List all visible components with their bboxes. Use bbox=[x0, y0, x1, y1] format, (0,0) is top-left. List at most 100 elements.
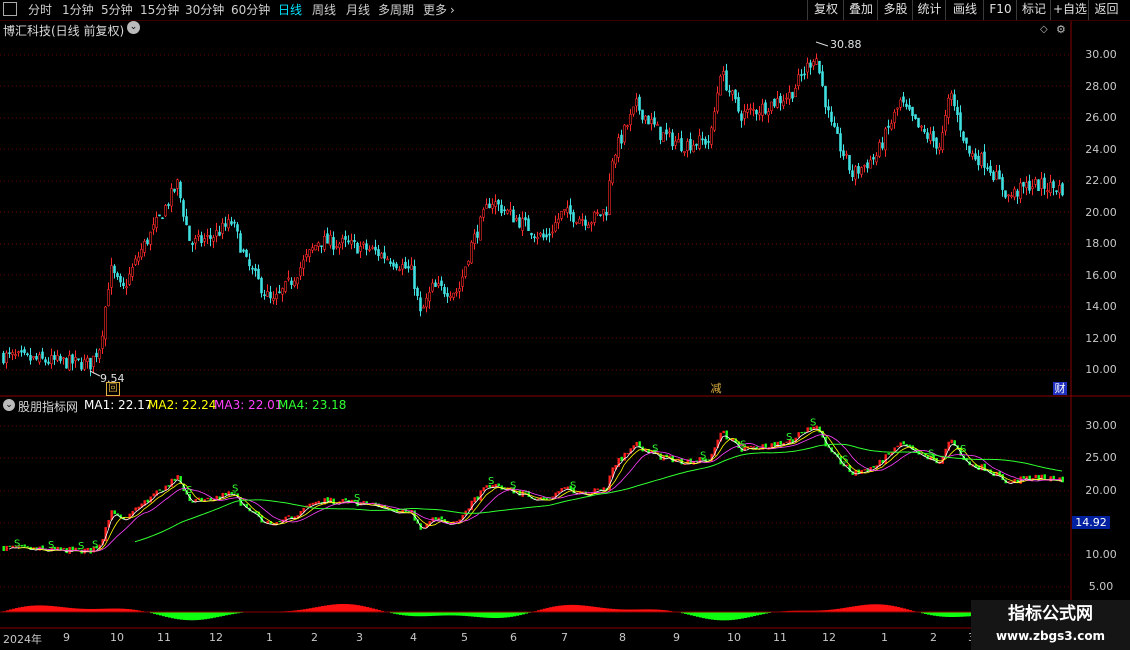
candle-body bbox=[710, 127, 713, 145]
period-tab-weekly[interactable]: 周线 bbox=[312, 1, 336, 19]
oscillator-bar bbox=[120, 608, 123, 612]
candle-body bbox=[917, 117, 920, 128]
adjust-button[interactable]: 复权 bbox=[807, 0, 844, 20]
candle-body bbox=[890, 123, 893, 130]
candle-body bbox=[1007, 194, 1010, 197]
candle-body bbox=[14, 354, 17, 356]
f10-button[interactable]: F10 bbox=[983, 0, 1017, 20]
candle-body bbox=[905, 103, 908, 107]
oscillator-bar bbox=[867, 604, 870, 612]
candle-body bbox=[263, 294, 266, 297]
period-tab-multi[interactable]: 多周期 bbox=[378, 1, 414, 19]
oscillator-bar bbox=[942, 612, 945, 617]
back-button[interactable]: 返回 bbox=[1088, 0, 1124, 20]
candle-body bbox=[419, 297, 422, 312]
candle-body bbox=[731, 90, 734, 95]
diamond-icon[interactable]: ◇ bbox=[1040, 24, 1048, 35]
oscillator-bar bbox=[75, 608, 78, 612]
period-tab-5min[interactable]: 5分钟 bbox=[101, 1, 133, 19]
candle-body bbox=[125, 286, 128, 289]
candle-body bbox=[461, 276, 464, 287]
oscillator-bar bbox=[900, 607, 903, 612]
oscillator-bar bbox=[603, 608, 606, 612]
chart-canvas[interactable]: S S S SS SSS S SSSSSSSS S bbox=[0, 21, 1130, 650]
indicator-candle bbox=[1034, 474, 1037, 478]
reduce-badge[interactable]: 减 bbox=[709, 382, 723, 395]
period-tab-more[interactable]: 更多 bbox=[423, 1, 447, 19]
oscillator-bar bbox=[714, 612, 717, 620]
candle-body bbox=[260, 277, 263, 294]
candle-body bbox=[452, 292, 455, 298]
candle-body bbox=[245, 249, 248, 257]
oscillator-bar bbox=[468, 612, 471, 617]
period-tab-15min[interactable]: 15分钟 bbox=[140, 1, 179, 19]
indicator-axis-label: 25.00 bbox=[1085, 451, 1117, 464]
candle-body bbox=[278, 291, 281, 294]
oscillator-bar bbox=[891, 605, 894, 612]
overlay-button[interactable]: 叠加 bbox=[843, 0, 878, 20]
time-axis-label: 4 bbox=[410, 631, 417, 644]
candle-body bbox=[734, 89, 737, 100]
period-tab-daily[interactable]: 日线 bbox=[278, 1, 302, 19]
indicator-candle bbox=[209, 497, 212, 501]
period-tab-60min[interactable]: 60分钟 bbox=[231, 1, 270, 19]
layout-icon[interactable] bbox=[3, 2, 17, 16]
indicator-candle bbox=[563, 487, 566, 489]
time-axis-label: 2 bbox=[930, 631, 937, 644]
oscillator-bar bbox=[489, 612, 492, 618]
candle-body bbox=[683, 151, 686, 153]
finance-badge[interactable]: 财 bbox=[1053, 382, 1067, 395]
candle-body bbox=[137, 256, 140, 262]
period-tab-30min[interactable]: 30分钟 bbox=[185, 1, 224, 19]
period-tab-1min[interactable]: 1分钟 bbox=[62, 1, 94, 19]
candle-body bbox=[791, 91, 794, 99]
chevron-right-icon[interactable]: › bbox=[450, 1, 455, 19]
period-tab-minute[interactable]: 分时 bbox=[28, 1, 52, 19]
candle-body bbox=[728, 90, 731, 93]
candle-body bbox=[365, 243, 368, 250]
oscillator-bar bbox=[51, 606, 54, 612]
mark-button[interactable]: 标记 bbox=[1016, 0, 1051, 20]
oscillator-bar bbox=[36, 605, 39, 612]
indicator-name[interactable]: 股朋指标网 bbox=[18, 398, 78, 415]
oscillator-bar bbox=[945, 612, 948, 617]
candle-body bbox=[797, 74, 800, 87]
candle-body bbox=[251, 267, 254, 270]
indicator-candle bbox=[668, 455, 671, 457]
candle-body bbox=[455, 291, 458, 294]
candle-body bbox=[665, 129, 668, 135]
candle-body bbox=[362, 242, 365, 245]
oscillator-bar bbox=[48, 605, 51, 612]
oscillator-bar bbox=[357, 605, 360, 612]
oscillator-bar bbox=[600, 607, 603, 612]
oscillator-bar bbox=[726, 612, 729, 621]
chevron-down-icon[interactable]: ⌄ bbox=[3, 399, 15, 411]
multi-stock-button[interactable]: 多股 bbox=[877, 0, 913, 20]
oscillator-bar bbox=[414, 612, 417, 617]
gear-icon[interactable]: ⚙ bbox=[1056, 23, 1066, 36]
indicator-candle bbox=[215, 495, 218, 500]
oscillator-bar bbox=[702, 612, 705, 619]
candle-body bbox=[149, 231, 152, 245]
draw-line-button[interactable]: 画线 bbox=[945, 0, 984, 20]
repurchase-badge[interactable]: 回 bbox=[106, 382, 120, 396]
time-axis-label: 12 bbox=[209, 631, 223, 644]
candle-body bbox=[995, 171, 998, 180]
candle-body bbox=[11, 352, 14, 355]
candle-body bbox=[716, 92, 719, 112]
candle-body bbox=[26, 353, 29, 356]
time-axis-label: 9 bbox=[63, 631, 70, 644]
chevron-down-icon[interactable]: ⌄ bbox=[127, 21, 140, 34]
candle-body bbox=[1019, 182, 1022, 200]
statistics-button[interactable]: 统计 bbox=[912, 0, 946, 20]
candle-body bbox=[908, 105, 911, 110]
indicator-candle bbox=[311, 502, 314, 505]
oscillator-bar bbox=[840, 608, 843, 612]
oscillator-bar bbox=[693, 612, 696, 617]
candle-body bbox=[680, 138, 683, 152]
candle-body bbox=[923, 128, 926, 133]
oscillator-bar bbox=[426, 612, 429, 617]
period-tab-monthly[interactable]: 月线 bbox=[346, 1, 370, 19]
add-watchlist-button[interactable]: +自选 bbox=[1050, 0, 1089, 20]
oscillator-bar bbox=[417, 612, 420, 617]
